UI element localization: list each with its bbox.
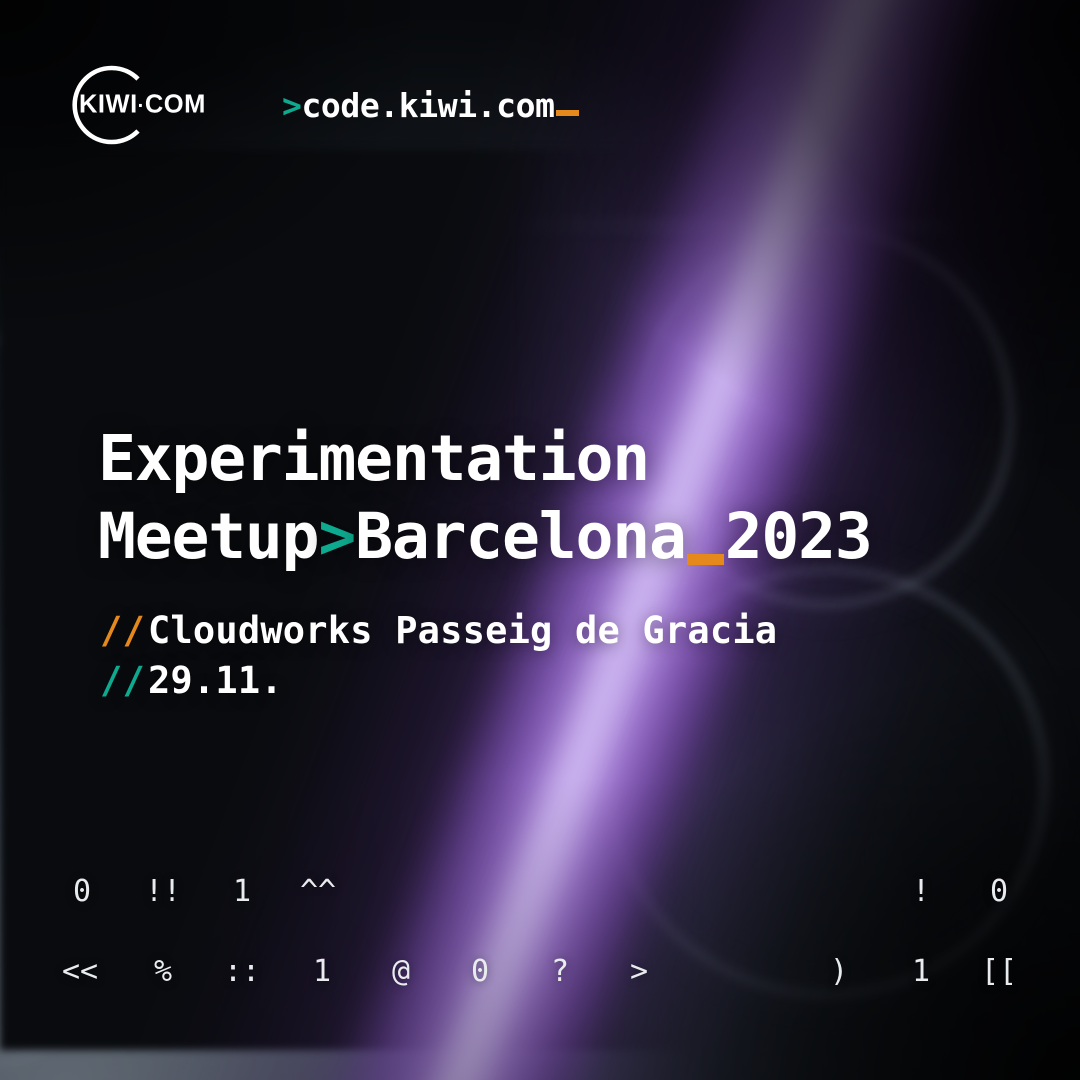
glyph-row-top: 0!! 1 ^^! 0 xyxy=(0,874,1080,954)
glyph-row2-8: ) xyxy=(829,954,849,989)
glyph-row2-3: 1 xyxy=(312,954,332,989)
site-url-text: code.kiwi.com xyxy=(301,85,555,125)
glyph-row2-2: :: xyxy=(223,954,261,989)
glyph-row2-9: 1 xyxy=(911,954,931,989)
event-date: 29.11. xyxy=(147,659,283,702)
page-title: Experimentation Meetup>Barcelona 2023 xyxy=(98,420,873,576)
date-slashes-icon: // xyxy=(100,659,145,702)
glyph-row2-10: [[ xyxy=(980,954,1018,989)
poster-content: KIWI·COM > code.kiwi.com Experimentation M… xyxy=(0,0,1080,1080)
site-url[interactable]: > code.kiwi.com xyxy=(282,86,579,125)
headline-underscore-icon xyxy=(686,554,724,565)
kiwi-logo[interactable]: KIWI·COM xyxy=(56,60,228,150)
headline-city: Barcelona xyxy=(355,500,687,573)
glyph-row1-3: ^^ xyxy=(299,874,337,909)
glyph-row-bottom: <<%:: 1 @0? >) 1 [[ xyxy=(0,954,1080,1034)
event-details: //Cloudworks Passeig de Gracia //29.11. xyxy=(100,606,777,706)
poster-canvas: KIWI·COM > code.kiwi.com Experimentation M… xyxy=(0,0,1080,1080)
glyph-row2-6: ? xyxy=(550,954,570,989)
glyph-row1-2: 1 xyxy=(232,874,252,909)
glyph-row2-1: % xyxy=(153,954,173,989)
kiwi-logo-suffix: COM xyxy=(144,90,206,119)
header: KIWI·COM > code.kiwi.com xyxy=(56,60,579,150)
headline-line-1: Experimentation xyxy=(98,422,650,495)
event-date-row: //29.11. xyxy=(100,656,777,706)
glyph-row2-7: > xyxy=(629,954,649,989)
headline-chevron: > xyxy=(318,500,356,573)
headline-meetup: Meetup xyxy=(98,500,320,573)
decorative-glyph-rows: 0!! 1 ^^! 0 <<%:: 1 @0? >) 1[[ xyxy=(0,874,1080,1034)
kiwi-logo-text: KIWI xyxy=(79,90,138,119)
glyph-row1-4: ! xyxy=(911,874,931,909)
event-venue-row: //Cloudworks Passeig de Gracia xyxy=(100,606,777,656)
glyph-row1-1: !! xyxy=(144,874,182,909)
glyph-row2-5: 0 xyxy=(470,954,490,989)
terminal-cursor-icon xyxy=(555,109,579,116)
glyph-row2-4: @ xyxy=(391,954,411,989)
kiwi-logo-wordmark: KIWI·COM xyxy=(79,91,206,120)
kiwi-logo-dot: · xyxy=(137,95,145,118)
event-venue: Cloudworks Passeig de Gracia xyxy=(147,609,778,652)
glyph-row1-5: 0 xyxy=(989,874,1009,909)
glyph-row1-0: 0 xyxy=(72,874,92,909)
site-prompt-chevron: > xyxy=(282,85,302,125)
glyph-row2-0: << xyxy=(61,954,99,989)
headline-year: 2023 xyxy=(724,500,873,573)
venue-slashes-icon: // xyxy=(100,609,145,652)
